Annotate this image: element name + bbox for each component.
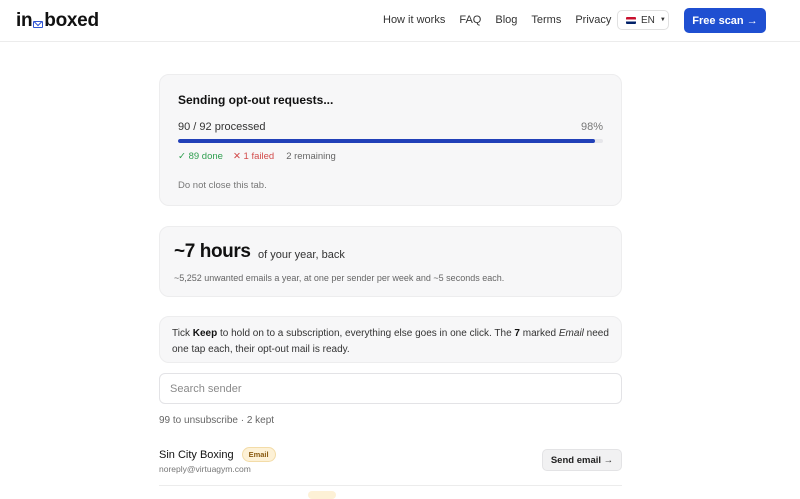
tip-text-3: marked xyxy=(519,328,559,339)
caret-down-icon: ▼ xyxy=(659,17,666,23)
logo-suffix: boxed xyxy=(44,10,99,31)
savings-detail: ~5,252 unwanted emails a year, at one pe… xyxy=(174,273,505,283)
savings-hours: ~7 hours xyxy=(174,241,251,262)
progress-card: Sending opt-out requests... 90 / 92 proc… xyxy=(159,74,622,206)
instructions-text: Tick Keep to hold on to a subscription, … xyxy=(172,326,612,358)
progress-percent: 98% xyxy=(580,121,603,133)
search-box xyxy=(159,373,622,404)
failed-count: ✕ 1 failed xyxy=(232,151,275,162)
tip-text-1: Tick xyxy=(172,328,193,339)
next-row-badge xyxy=(308,491,336,499)
tip-text-2: to hold on to a subscription, everything… xyxy=(217,328,515,339)
sender-name: Sin City Boxing xyxy=(159,448,234,461)
done-count: ✓ 89 done xyxy=(178,151,223,162)
main-nav: How it works FAQ Blog Terms Privacy xyxy=(383,14,625,26)
uk-flag-icon xyxy=(626,16,636,24)
savings-subtitle: of your year, back xyxy=(258,249,345,261)
tip-email: Email xyxy=(558,328,584,339)
savings-card: ~7 hours of your year, back ~5,252 unwan… xyxy=(159,226,622,297)
language-select[interactable]: EN ▼ xyxy=(617,10,669,30)
progress-title: Sending opt-out requests... xyxy=(178,93,334,107)
language-label: EN xyxy=(641,14,655,26)
logo-prefix: in xyxy=(16,10,33,31)
nav-faq[interactable]: FAQ xyxy=(459,14,481,26)
sender-name-wrap: Sin City Boxing Email xyxy=(159,447,276,462)
nav-terms[interactable]: Terms xyxy=(531,14,561,26)
logo[interactable]: in boxed xyxy=(16,10,99,32)
top-bar: in boxed How it works FAQ Blog Terms Pri… xyxy=(0,0,800,42)
progress-bar xyxy=(178,139,603,143)
progress-count: 90 / 92 processed xyxy=(178,121,266,133)
remaining-count: 2 remaining xyxy=(286,151,336,162)
instructions-card: Tick Keep to hold on to a subscription, … xyxy=(159,316,622,363)
nav-privacy[interactable]: Privacy xyxy=(575,14,611,26)
list-item: Sin City Boxing Email noreply@virtuagym.… xyxy=(159,440,622,486)
progress-note: Do not close this tab. xyxy=(178,180,267,191)
nav-blog[interactable]: Blog xyxy=(495,14,517,26)
progress-bar-fill xyxy=(178,139,595,143)
free-scan-button[interactable]: Free scan → xyxy=(684,8,766,33)
email-badge: Email xyxy=(241,447,276,462)
nav-how-it-works[interactable]: How it works xyxy=(383,14,445,26)
unsubscribe-summary: 99 to unsubscribe · 2 kept xyxy=(159,415,275,426)
sender-address: noreply@virtuagym.com xyxy=(159,464,251,474)
envelope-icon xyxy=(33,20,44,28)
tip-keep: Keep xyxy=(192,328,218,339)
progress-stats: ✓ 89 done ✕ 1 failed 2 remaining xyxy=(178,151,336,162)
search-input[interactable] xyxy=(160,374,621,403)
send-email-button[interactable]: Send email → xyxy=(542,449,622,471)
